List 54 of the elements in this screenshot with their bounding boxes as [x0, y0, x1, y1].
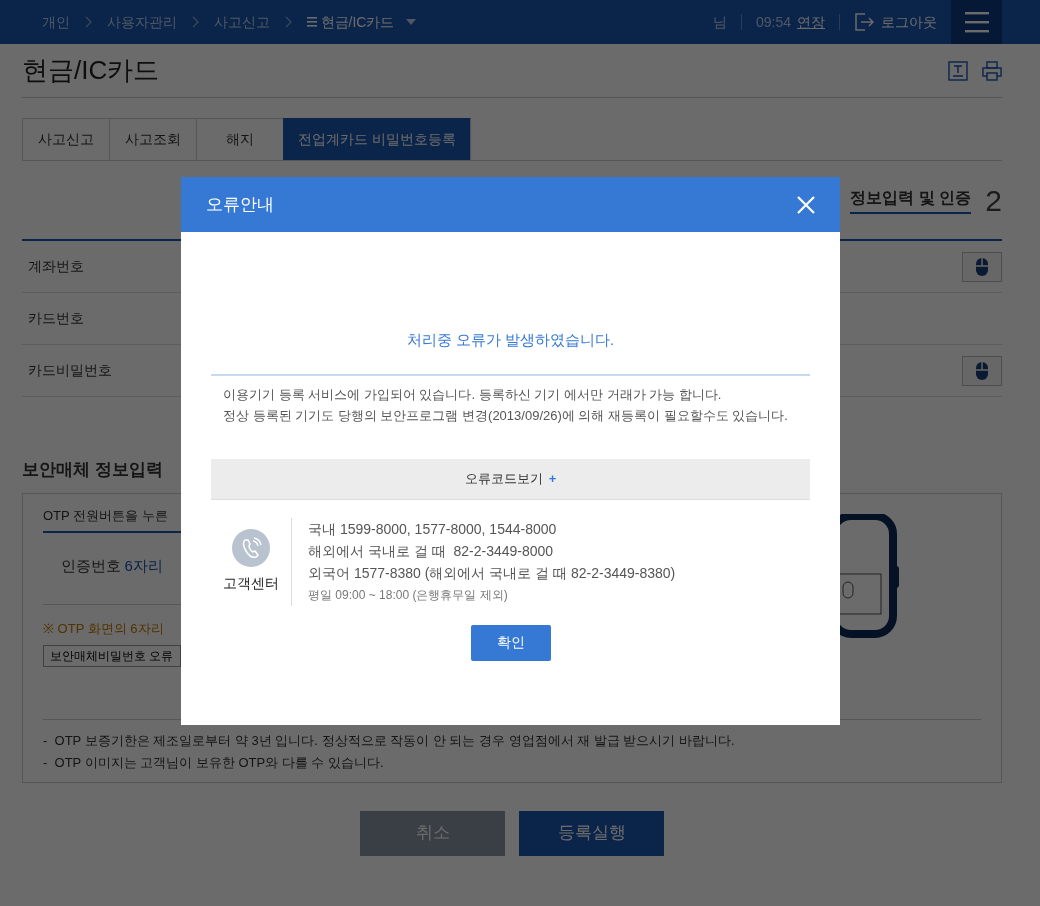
note-text: - OTP 이미지는 고객님이 보유한 OTP와 다를 수 있습니다. [43, 753, 385, 772]
mouse-icon [975, 256, 989, 277]
page-title: 현금/IC카드 [22, 54, 160, 87]
contact-text: 해외에서 국내로 걸 때 82-2-3449-8000 [308, 541, 555, 561]
menu-button[interactable] [951, 0, 1002, 44]
modal-title: 오류안내 [206, 193, 274, 216]
chevron-icon [84, 16, 93, 28]
chevron-icon [284, 16, 293, 28]
field-label: 카드번호 [28, 309, 84, 328]
detail-text: 정상 등록된 기기도 당행의 보안프로그램 변경(2013/09/26)에 의해 재등록이 필요할수도 있습니다. [223, 406, 789, 425]
code-label: 인증번호 [61, 556, 121, 576]
session-time: 09:54 [755, 12, 791, 32]
breadcrumb-link[interactable]: 사고신고 [214, 11, 270, 33]
mouse-input-button[interactable] [962, 251, 1002, 282]
chevron-icon [191, 16, 200, 28]
phone-icon [232, 529, 270, 567]
code-hint: 6자리 [124, 556, 163, 576]
tab[interactable]: 전업계카드 비밀번호등록 [283, 118, 471, 160]
breadcrumb-link[interactable]: 개인 [42, 11, 70, 33]
section-title: 보안매체 정보입력 [22, 459, 163, 481]
mouse-input-button[interactable] [962, 355, 1002, 386]
close-icon [797, 195, 815, 214]
menu-icon [964, 11, 989, 33]
breadcrumb-link[interactable]: 사용자관리 [107, 11, 177, 33]
contact-text: 국내 1599-8000, 1577-8000, 1544-8000 [308, 519, 558, 539]
extend-link[interactable]: 연장 [797, 11, 825, 33]
text-size-icon[interactable] [948, 60, 968, 81]
mouse-icon [975, 360, 989, 381]
tab[interactable]: 해지 [196, 118, 283, 160]
logout-link[interactable]: 로그아웃 [854, 11, 937, 33]
hours-text: 평일 09:00 ~ 18:00 (은행휴무일 제외) [308, 586, 509, 604]
user-name: 님 [712, 12, 727, 32]
contact-text: 외국어 1577-8380 (해외에서 국내로 걸 때 82-2-3449-8380) [308, 563, 676, 583]
menu-dropdown[interactable]: 현금/IC카드 [307, 11, 416, 33]
submit-button[interactable]: 등록실행 [519, 810, 664, 856]
step-title: 정보입력 및 인증 [850, 186, 972, 214]
contact-label: 고객센터 [223, 574, 279, 593]
error-count-button[interactable]: 보안매체비밀번호 오류 [43, 644, 181, 667]
error-code-toggle[interactable]: 오류코드보기 + [211, 458, 810, 500]
close-button[interactable] [797, 195, 815, 214]
step-number: 2 [985, 182, 1002, 219]
list-icon [307, 16, 317, 28]
confirm-button[interactable]: 확인 [470, 624, 551, 661]
field-label: 카드비밀번호 [28, 361, 112, 380]
caret-icon [405, 19, 416, 25]
note-text: - OTP 보증기한은 제조일로부터 약 3년 입니다. 정상적으로 작동이 안 되는 경우 영업점에서 재 발급 받으시기 바랍니다. [43, 731, 736, 750]
tab[interactable]: 사고신고 [22, 118, 109, 160]
error-message: 처리중 오류가 발생하였습니다. [211, 329, 810, 376]
logout-icon [854, 12, 874, 32]
detail-text: 이용기기 등록 서비스에 가입되어 있습니다. 등록하신 기기 에서만 거래가 가능 합니다. [223, 385, 723, 404]
field-label: 계좌번호 [28, 257, 84, 276]
tab[interactable]: 사고조회 [109, 118, 196, 160]
print-icon[interactable] [982, 60, 1002, 81]
notice-text: ※ OTP 화면의 6자리 [43, 620, 165, 638]
